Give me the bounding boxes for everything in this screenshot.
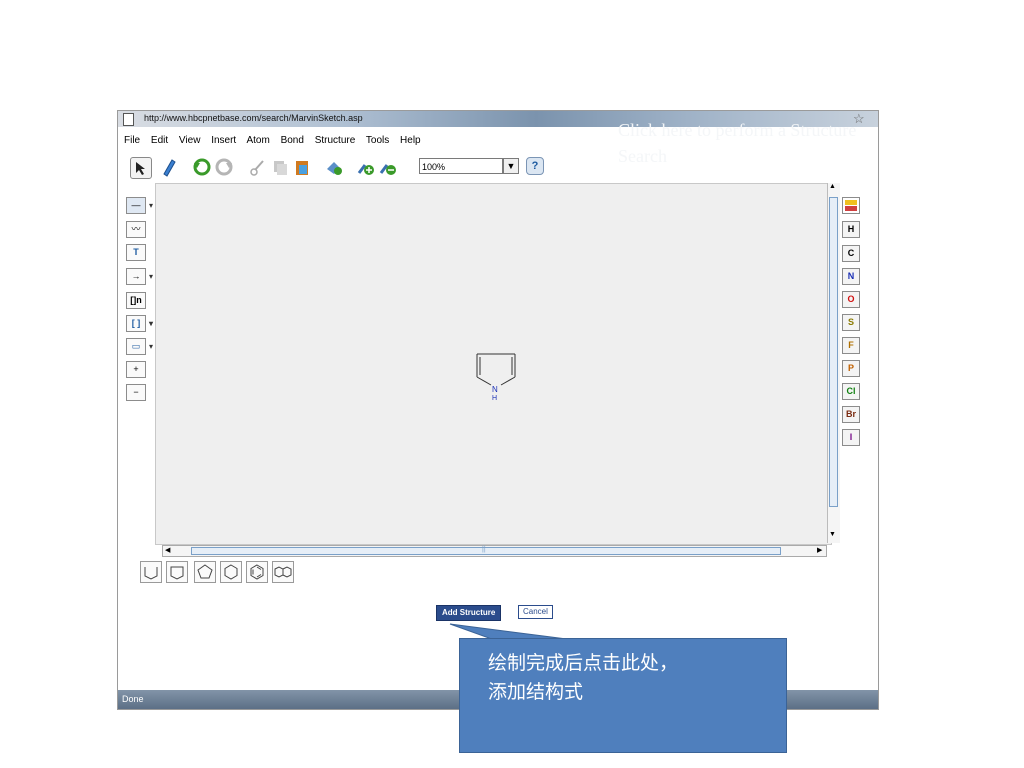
zoom-select[interactable]: 100% <box>419 158 503 174</box>
menu-structure[interactable]: Structure <box>315 135 356 146</box>
menu-bond[interactable]: Bond <box>281 135 304 146</box>
chevron-down-icon[interactable]: ▼ <box>503 158 519 174</box>
horizontal-scrollbar[interactable]: ◀ || ▶ <box>162 545 827 557</box>
select-arrow-icon[interactable] <box>130 157 152 179</box>
menu-atom[interactable]: Atom <box>246 135 269 146</box>
zoom-in-icon[interactable] <box>356 157 376 177</box>
periodic-table-icon[interactable] <box>842 197 860 214</box>
rectangle-icon[interactable]: ▭ <box>126 338 153 355</box>
element-cl-button[interactable]: Cl <box>842 383 860 400</box>
menu-insert[interactable]: Insert <box>211 135 236 146</box>
horizontal-scroll-thumb[interactable]: || <box>191 546 781 555</box>
callout-text: 绘制完成后点击此处， 添加结构式 <box>488 652 679 703</box>
polymer-bracket-icon[interactable]: []n <box>126 292 146 309</box>
template-cup-icon[interactable] <box>140 561 162 583</box>
element-h-button[interactable]: H <box>842 221 860 238</box>
page-icon <box>123 113 134 126</box>
element-f-button[interactable]: F <box>842 337 860 354</box>
template-toolbar <box>124 557 334 587</box>
undo-icon[interactable] <box>192 157 212 177</box>
template-pentagon-icon[interactable] <box>194 561 216 583</box>
vertical-scroll-thumb[interactable] <box>829 197 838 507</box>
template-benzene-icon[interactable] <box>246 561 268 583</box>
element-panel: H C N O S F P Cl Br I <box>840 187 868 457</box>
menu-bar: File Edit View Insert Atom Bond Structur… <box>124 135 429 151</box>
text-icon[interactable]: T <box>126 244 146 261</box>
redo-icon[interactable] <box>214 157 234 177</box>
cut-icon[interactable] <box>248 157 268 177</box>
template-pyrrole-icon[interactable] <box>166 561 188 583</box>
structure-search-title: Click here to perform a Structure Search <box>618 120 857 166</box>
zoom-out-icon[interactable] <box>378 157 398 177</box>
help-button[interactable]: ? <box>526 157 544 175</box>
instruction-callout: 绘制完成后点击此处， 添加结构式 <box>459 638 787 753</box>
template-naphthalene-icon[interactable] <box>272 561 294 583</box>
pyrrole-ring <box>476 353 516 386</box>
copy-icon[interactable] <box>270 157 290 177</box>
menu-view[interactable]: View <box>179 135 201 146</box>
molecule-structure: N H <box>476 353 516 402</box>
bracket-icon[interactable]: [ ] <box>126 315 153 332</box>
nitrogen-atom-label: N <box>492 385 498 394</box>
element-p-button[interactable]: P <box>842 360 860 377</box>
element-br-button[interactable]: Br <box>842 406 860 423</box>
menu-edit[interactable]: Edit <box>151 135 168 146</box>
scroll-left-icon[interactable]: ◀ <box>165 546 170 554</box>
drawing-canvas[interactable]: N H <box>155 183 832 545</box>
chain-icon[interactable]: 〰 <box>126 221 146 238</box>
scroll-down-icon[interactable]: ▼ <box>829 531 836 538</box>
main-toolbar: 100% ▼ ? <box>126 155 544 179</box>
hydrogen-atom-label: H <box>492 395 497 402</box>
menu-help[interactable]: Help <box>400 135 421 146</box>
scroll-up-icon[interactable]: ▲ <box>829 183 836 190</box>
clean-structure-icon[interactable] <box>324 157 344 177</box>
menu-tools[interactable]: Tools <box>366 135 389 146</box>
vertical-scrollbar[interactable]: ▲ ▼ <box>827 183 840 543</box>
menu-file[interactable]: File <box>124 135 140 146</box>
element-o-button[interactable]: O <box>842 291 860 308</box>
plus-charge-icon[interactable]: + <box>126 361 146 378</box>
element-s-button[interactable]: S <box>842 314 860 331</box>
element-i-button[interactable]: I <box>842 429 860 446</box>
single-bond-icon[interactable]: — <box>126 197 153 214</box>
url-text[interactable]: http://www.hbcpnetbase.com/search/Marvin… <box>144 113 363 123</box>
paste-icon[interactable] <box>292 157 312 177</box>
scroll-grip: || <box>482 546 486 553</box>
element-n-button[interactable]: N <box>842 268 860 285</box>
minus-charge-icon[interactable]: − <box>126 384 146 401</box>
eraser-icon[interactable] <box>158 157 178 177</box>
status-text: Done <box>122 694 144 704</box>
template-hexagon-icon[interactable] <box>220 561 242 583</box>
element-c-button[interactable]: C <box>842 245 860 262</box>
reaction-arrow-icon[interactable]: → <box>126 268 153 285</box>
scroll-right-icon[interactable]: ▶ <box>817 546 822 554</box>
